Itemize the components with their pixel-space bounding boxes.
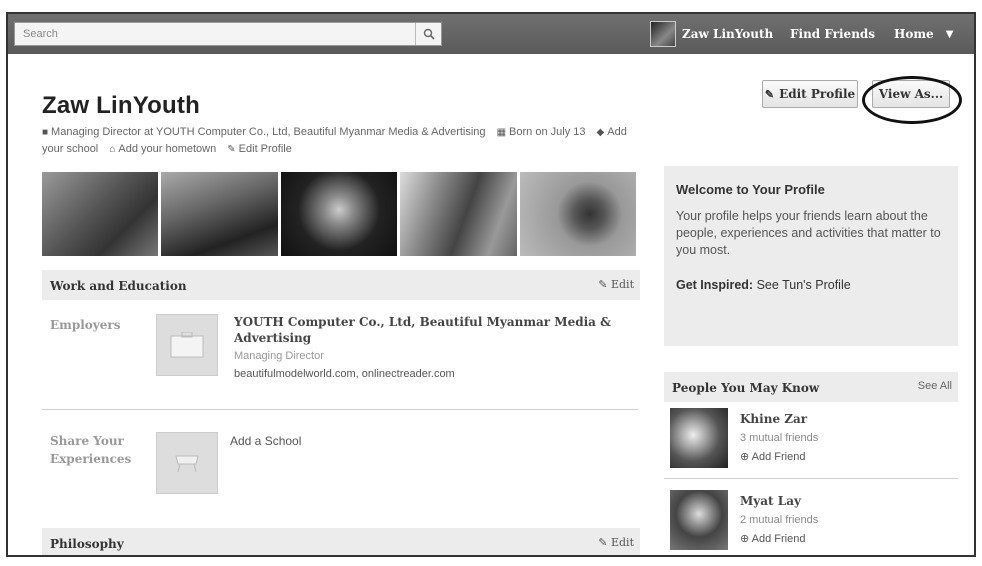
philosophy-title: Philosophy: [50, 537, 124, 551]
home-link[interactable]: Home: [894, 27, 934, 41]
info-work: Managing Director at YOUTH Computer Co.,…: [51, 126, 486, 138]
welcome-box: Welcome to Your Profile Your profile hel…: [664, 166, 958, 346]
work-education-header: Work and Education ✎ Edit: [42, 270, 640, 300]
profile-info-line: ■ Managing Director at YOUTH Computer Co.…: [42, 124, 632, 158]
welcome-body: Your profile helps your friends learn ab…: [676, 209, 941, 257]
edit-profile-label: Edit Profile: [779, 87, 856, 101]
share-experiences-label: Share Your Experiences: [50, 434, 132, 466]
person-divider: [664, 478, 958, 479]
employer-thumbnail[interactable]: [156, 314, 218, 376]
philosophy-header: Philosophy ✎ Edit: [42, 528, 640, 555]
person-mutual[interactable]: 2 mutual friends: [740, 514, 818, 526]
person-photo[interactable]: [670, 408, 728, 468]
pencil-icon: ✎: [227, 144, 236, 155]
highlight-circle: [862, 76, 962, 124]
add-friend-icon: ⊕: [740, 533, 750, 545]
nav-home[interactable]: Home ▼: [894, 14, 953, 54]
person-name[interactable]: Myat Lay: [740, 494, 801, 508]
info-add-hometown[interactable]: Add your hometown: [118, 143, 216, 155]
add-friend-label: Add Friend: [751, 533, 806, 545]
photo-1[interactable]: [42, 172, 159, 256]
edit-label: Edit: [610, 536, 634, 549]
nav-find-friends[interactable]: Find Friends: [790, 14, 875, 54]
search-input[interactable]: Search: [14, 22, 442, 46]
person-mutual[interactable]: 3 mutual friends: [740, 432, 818, 444]
calendar-icon: ▦: [496, 127, 507, 138]
add-school-link[interactable]: Add a School: [230, 434, 301, 448]
photo-4[interactable]: [400, 172, 517, 256]
photo-strip: [42, 172, 637, 256]
search-placeholder: Search: [23, 28, 58, 40]
edit-label: Edit: [610, 278, 634, 291]
inspired-label: Get Inspired:: [676, 278, 754, 292]
browser-frame: Search Zaw LinYouth Find Friends Home ▼ …: [6, 12, 976, 557]
get-inspired: Get Inspired: See Tun's Profile: [676, 278, 851, 292]
briefcase-icon: ■: [42, 127, 49, 138]
add-friend-icon: ⊕: [740, 451, 750, 463]
profile-name: Zaw LinYouth: [42, 92, 200, 119]
person-name[interactable]: Khine Zar: [740, 412, 807, 426]
employers-label: Employers: [50, 318, 121, 332]
nav-user-name: Zaw LinYouth: [682, 27, 774, 41]
photo-3[interactable]: [280, 172, 398, 256]
employer-role: Managing Director: [234, 350, 324, 362]
nav-user[interactable]: Zaw LinYouth: [650, 14, 773, 54]
caret-down-icon[interactable]: ▼: [946, 29, 954, 40]
building-icon: [170, 332, 204, 358]
pymk-title: People You May Know: [672, 381, 820, 395]
employer-sites[interactable]: beautifulmodelworld.com, onlinectreader.…: [234, 368, 455, 380]
top-navigation-bar: Search Zaw LinYouth Find Friends Home ▼: [8, 14, 974, 54]
edit-profile-button[interactable]: ✎ Edit Profile: [762, 80, 858, 108]
inspired-link[interactable]: See Tun's Profile: [757, 278, 851, 292]
pymk-header: People You May Know See All: [664, 372, 958, 402]
philosophy-edit[interactable]: ✎ Edit: [598, 536, 634, 549]
photo-2[interactable]: [161, 172, 278, 256]
add-friend-button[interactable]: ⊕ Add Friend: [740, 450, 805, 463]
person-photo[interactable]: [670, 490, 728, 550]
section-divider: [42, 409, 638, 410]
avatar: [650, 21, 676, 47]
add-friend-label: Add Friend: [751, 451, 806, 463]
photo-5[interactable]: [519, 172, 637, 256]
add-friend-button[interactable]: ⊕ Add Friend: [740, 532, 805, 545]
school-thumbnail[interactable]: [156, 432, 218, 494]
see-all-link[interactable]: See All: [918, 380, 952, 392]
info-edit-profile[interactable]: Edit Profile: [239, 143, 292, 155]
search-button[interactable]: [415, 23, 441, 45]
employer-name[interactable]: YOUTH Computer Co., Ltd, Beautiful Myanm…: [234, 314, 634, 346]
work-education-title: Work and Education: [50, 279, 187, 293]
school-icon: ◆: [596, 127, 605, 138]
pencil-icon: ✎: [764, 87, 775, 101]
desk-icon: [175, 455, 199, 473]
find-friends-link[interactable]: Find Friends: [790, 27, 875, 41]
work-education-edit[interactable]: ✎ Edit: [598, 278, 634, 291]
home-icon: ⌂: [109, 144, 116, 155]
info-born: Born on July 13: [509, 126, 586, 138]
welcome-title: Welcome to Your Profile: [676, 182, 825, 197]
search-icon: [423, 28, 435, 40]
